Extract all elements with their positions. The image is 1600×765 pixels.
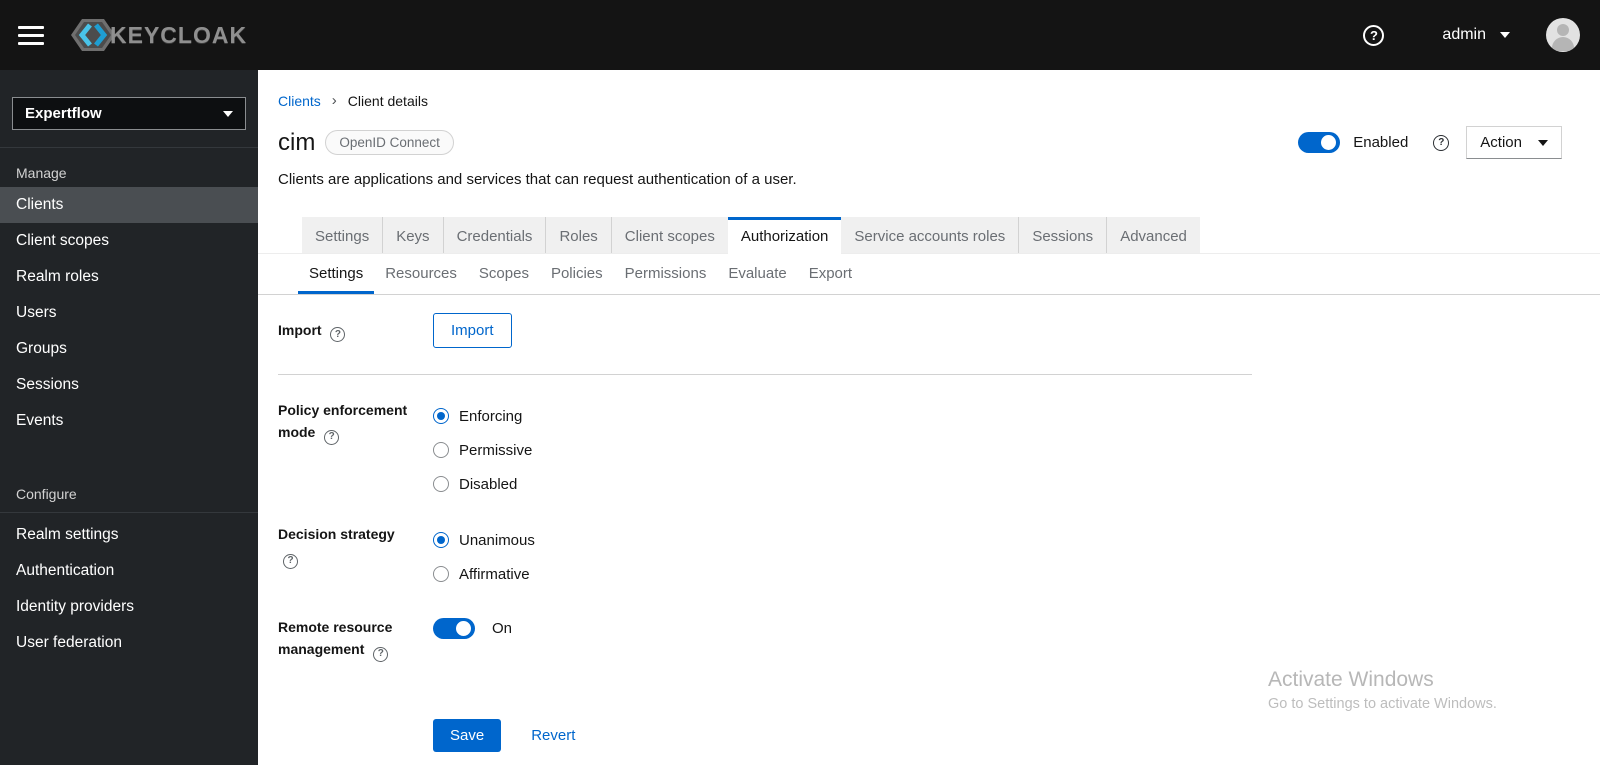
sidebar-item-realm-roles[interactable]: Realm roles: [0, 259, 258, 295]
radio-icon[interactable]: [433, 566, 449, 582]
subtab-evaluate[interactable]: Evaluate: [717, 254, 797, 294]
avatar-person-icon: [1557, 24, 1569, 36]
sidebar-item-identity-providers[interactable]: Identity providers: [0, 589, 258, 625]
import-label: Import ?: [278, 319, 413, 343]
policy-enforcement-mode-help-icon[interactable]: ?: [324, 429, 340, 445]
breadcrumb-clients-link[interactable]: Clients: [278, 93, 321, 109]
import-button[interactable]: Import: [433, 313, 512, 348]
breadcrumb-separator-icon: ›: [331, 92, 337, 109]
sidebar-item-events[interactable]: Events: [0, 403, 258, 439]
revert-link[interactable]: Revert: [531, 727, 575, 744]
import-help-icon[interactable]: ?: [330, 327, 346, 343]
sidebar-item-client-scopes[interactable]: Client scopes: [0, 223, 258, 259]
sidebar-item-authentication[interactable]: Authentication: [0, 553, 258, 589]
radio-icon[interactable]: [433, 408, 449, 424]
chevron-down-icon: [1500, 32, 1510, 38]
tab-sessions[interactable]: Sessions: [1019, 217, 1108, 253]
realm-name: Expertflow: [25, 105, 102, 122]
decision-strategy-label: Decision strategy ?: [278, 523, 413, 569]
keycloak-logo[interactable]: KEYCLOAK: [70, 13, 247, 57]
chevron-down-icon: [223, 110, 233, 117]
tab-authorization[interactable]: Authorization: [727, 217, 842, 254]
page-description: Clients are applications and services th…: [278, 171, 797, 188]
tab-client-scopes[interactable]: Client scopes: [611, 217, 728, 253]
decision-strategy-radios: Unanimous Affirmative: [433, 523, 535, 591]
help-icon[interactable]: ?: [1363, 24, 1385, 46]
radio-enforcing[interactable]: Enforcing: [433, 399, 532, 433]
sidebar-item-users[interactable]: Users: [0, 295, 258, 331]
sidebar-item-realm-settings[interactable]: Realm settings: [0, 517, 258, 553]
breadcrumb-current: Client details: [347, 92, 428, 109]
client-tabs: Settings Keys Credentials Roles Client s…: [258, 217, 1600, 254]
remote-resource-management-toggle[interactable]: [433, 617, 475, 639]
tab-service-accounts-roles[interactable]: Service accounts roles: [841, 217, 1020, 253]
user-menu[interactable]: admin: [1442, 26, 1510, 44]
radio-icon[interactable]: [433, 532, 449, 548]
action-label: Action: [1480, 134, 1522, 151]
nav-group-manage: Manage Clients Client scopes Realm roles…: [0, 148, 258, 439]
nav-group-title: Manage: [16, 165, 67, 181]
sidebar-item-groups[interactable]: Groups: [0, 331, 258, 367]
enabled-help-icon[interactable]: ?: [1433, 134, 1450, 151]
protocol-badge: OpenID Connect: [325, 130, 454, 155]
sidebar-item-sessions[interactable]: Sessions: [0, 367, 258, 403]
tab-credentials[interactable]: Credentials: [443, 217, 547, 253]
subtab-scopes[interactable]: Scopes: [468, 254, 540, 294]
breadcrumb: Clients › Client details: [278, 92, 1562, 109]
radio-icon[interactable]: [433, 442, 449, 458]
realm-selector[interactable]: Expertflow: [12, 97, 246, 130]
enabled-toggle[interactable]: [1298, 132, 1341, 153]
sidebar-divider: [0, 512, 258, 513]
enabled-label: Enabled: [1353, 134, 1409, 151]
subtab-policies[interactable]: Policies: [540, 254, 614, 294]
content-area: Clients › Client details cim OpenID Conn…: [258, 70, 1600, 765]
radio-disabled[interactable]: Disabled: [433, 467, 532, 501]
subtab-resources[interactable]: Resources: [374, 254, 468, 294]
activate-windows-watermark: Activate Windows Go to Settings to activ…: [1268, 668, 1497, 712]
tab-settings[interactable]: Settings: [302, 217, 384, 253]
nav-group-configure: Configure Realm settings Authentication …: [0, 469, 258, 661]
tab-roles[interactable]: Roles: [546, 217, 612, 253]
radio-icon[interactable]: [433, 476, 449, 492]
radio-permissive[interactable]: Permissive: [433, 433, 532, 467]
subtab-permissions[interactable]: Permissions: [614, 254, 718, 294]
remote-resource-management-help-icon[interactable]: ?: [373, 646, 389, 662]
username: admin: [1442, 26, 1486, 43]
authorization-subtabs: Settings Resources Scopes Policies Permi…: [258, 254, 1600, 295]
avatar[interactable]: [1546, 18, 1580, 52]
masthead: KEYCLOAK ? admin: [0, 0, 1600, 70]
radio-affirmative[interactable]: Affirmative: [433, 557, 535, 591]
policy-enforcement-mode-radios: Enforcing Permissive Disabled: [433, 399, 532, 501]
radio-unanimous[interactable]: Unanimous: [433, 523, 535, 557]
nav-group-title: Configure: [16, 486, 77, 502]
toggle-state-label: On: [492, 619, 513, 637]
subtab-export[interactable]: Export: [798, 254, 863, 294]
page-title: cim: [278, 128, 316, 156]
remote-resource-management-label: Remote resource management ?: [278, 616, 413, 662]
subtab-settings[interactable]: Settings: [298, 254, 374, 294]
hamburger-menu-icon[interactable]: [18, 25, 44, 45]
form-divider: [278, 374, 1252, 375]
action-dropdown[interactable]: Action: [1466, 126, 1562, 159]
sidebar-item-clients[interactable]: Clients: [0, 187, 258, 223]
brand-name: KEYCLOAK: [110, 21, 248, 48]
save-button[interactable]: Save: [433, 718, 502, 752]
sidebar-item-user-federation[interactable]: User federation: [0, 625, 258, 661]
tab-keys[interactable]: Keys: [383, 217, 444, 253]
sidebar: Expertflow Manage Clients Client scopes …: [0, 70, 258, 765]
tab-advanced[interactable]: Advanced: [1107, 217, 1200, 253]
chevron-down-icon: [1538, 139, 1548, 146]
decision-strategy-help-icon[interactable]: ?: [283, 553, 298, 569]
policy-enforcement-mode-label: Policy enforcement mode ?: [278, 399, 413, 445]
